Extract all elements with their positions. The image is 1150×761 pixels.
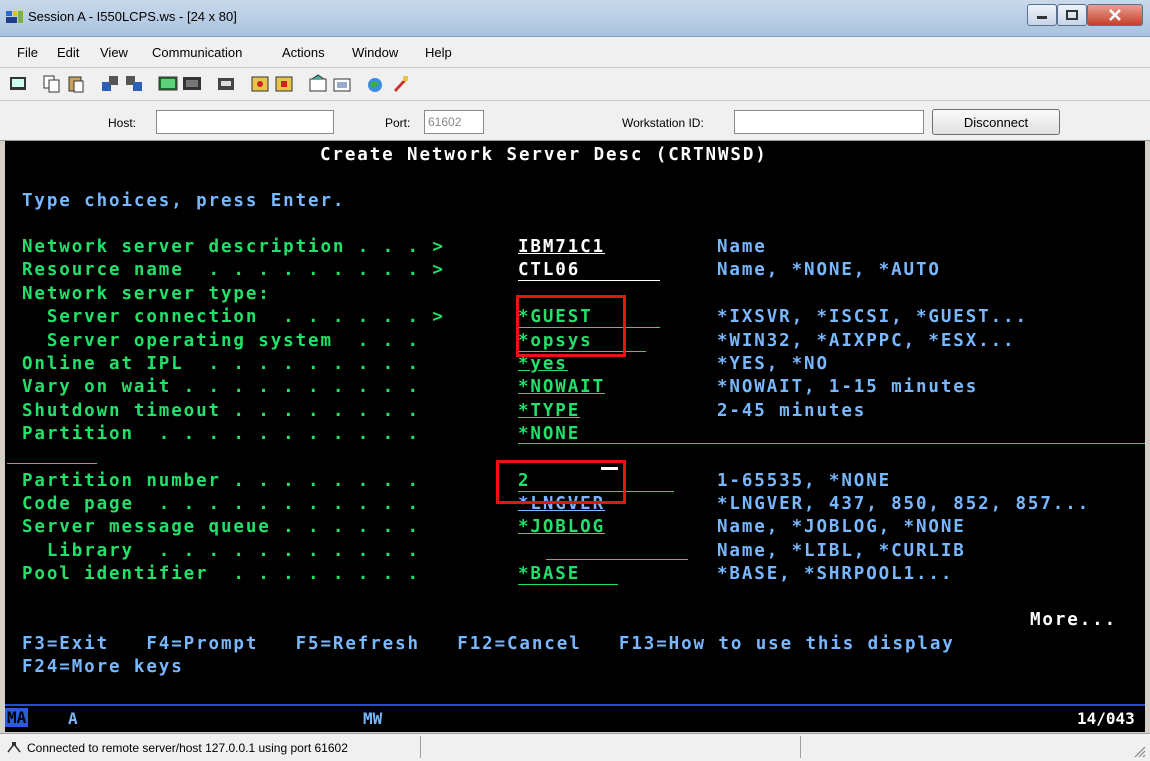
operator-info-area: MA A MW 14/043 bbox=[5, 704, 1145, 732]
field-hint-library: Name, *LIBL, *CURLIB bbox=[717, 541, 966, 561]
window-title: Session A - I550LCPS.ws - [24 x 80] bbox=[28, 9, 237, 24]
menu-bar: File Edit View Communication Actions Win… bbox=[0, 37, 1150, 68]
field-label-server-connection: Server connection . . . . . . > bbox=[22, 307, 458, 327]
screen-title: Create Network Server Desc (CRTNWSD) bbox=[320, 145, 768, 165]
menu-edit[interactable]: Edit bbox=[57, 45, 79, 60]
field-hint-online-ipl: *YES, *NO bbox=[717, 354, 829, 374]
field-hint-vary-on-wait: *NOWAIT, 1-15 minutes bbox=[717, 377, 979, 397]
highlight-box-partition bbox=[496, 460, 626, 504]
workstation-id-label: Workstation ID: bbox=[622, 116, 704, 130]
display-icon[interactable] bbox=[158, 74, 178, 94]
function-keys-line-2: F24=More keys bbox=[22, 657, 184, 677]
settings-icon[interactable] bbox=[332, 74, 352, 94]
receive-icon[interactable] bbox=[124, 74, 144, 94]
app-icon bbox=[6, 11, 23, 23]
play-macro-icon[interactable] bbox=[250, 74, 270, 94]
stop-macro-icon[interactable] bbox=[274, 74, 294, 94]
connection-bar: Host: Port: 61602 Workstation ID: Discon… bbox=[0, 101, 1150, 141]
message-waiting-indicator: MW bbox=[363, 709, 383, 728]
field-input-shutdown-timeout[interactable]: *TYPE bbox=[518, 400, 580, 422]
field-label-vary-on-wait: Vary on wait . . . . . . . . . . bbox=[22, 377, 433, 397]
field-label-shutdown-timeout: Shutdown timeout . . . . . . . . bbox=[22, 401, 433, 421]
field-label-partition-number: Partition number . . . . . . . . bbox=[22, 471, 433, 491]
field-hint-server-os: *WIN32, *AIXPPC, *ESX... bbox=[717, 331, 1016, 351]
customize-icon[interactable] bbox=[308, 74, 328, 94]
status-bar: Connected to remote server/host 127.0.0.… bbox=[0, 733, 1150, 761]
field-input-nwsd[interactable]: IBM71C1 bbox=[518, 236, 605, 258]
field-label-partition: Partition . . . . . . . . . . . bbox=[22, 424, 433, 444]
toolbar bbox=[0, 68, 1150, 101]
field-label-library: Library . . . . . . . . . . . bbox=[22, 541, 433, 561]
host-input[interactable] bbox=[156, 110, 334, 134]
help-icon[interactable] bbox=[390, 74, 410, 94]
send-icon[interactable] bbox=[100, 74, 120, 94]
menu-actions[interactable]: Actions bbox=[282, 45, 325, 60]
field-hint-partition-number: 1-65535, *NONE bbox=[717, 471, 892, 491]
disconnect-button[interactable]: Disconnect bbox=[932, 109, 1060, 135]
minimize-icon bbox=[1037, 16, 1047, 19]
field-label-server-os: Server operating system . . . bbox=[22, 331, 433, 351]
system-available-indicator: A bbox=[68, 709, 78, 728]
workstation-id-input[interactable] bbox=[734, 110, 924, 134]
close-button[interactable] bbox=[1087, 4, 1143, 26]
field-label-code-page: Code page . . . . . . . . . . . bbox=[22, 494, 433, 514]
field-input-vary-on-wait[interactable]: *NOWAIT bbox=[518, 376, 605, 398]
field-hint-code-page: *LNGVER, 437, 850, 852, 857... bbox=[717, 494, 1091, 514]
field-hint-pool-identifier: *BASE, *SHRPOOL1... bbox=[717, 564, 954, 584]
field-hint-shutdown-timeout: 2-45 minutes bbox=[717, 401, 867, 421]
menu-window[interactable]: Window bbox=[352, 45, 398, 60]
connection-status-icon bbox=[7, 742, 21, 753]
print-screen-icon[interactable] bbox=[8, 74, 28, 94]
field-input-pool-identifier[interactable]: *BASE bbox=[518, 563, 580, 585]
screen-instruction: Type choices, press Enter. bbox=[22, 191, 346, 211]
more-indicator: More... bbox=[1030, 610, 1118, 630]
port-label: Port: bbox=[385, 116, 411, 130]
highlight-box-server bbox=[516, 295, 626, 357]
host-label: Host: bbox=[108, 116, 137, 130]
copy-icon[interactable] bbox=[42, 74, 62, 94]
field-hint-nwsd: Name bbox=[717, 237, 767, 257]
title-bar[interactable]: Session A - I550LCPS.ws - [24 x 80] bbox=[0, 0, 1150, 37]
status-text: Connected to remote server/host 127.0.0.… bbox=[27, 741, 348, 755]
maximize-button[interactable] bbox=[1057, 4, 1087, 26]
maximize-icon bbox=[1066, 10, 1078, 20]
field-label-pool-identifier: Pool identifier . . . . . . . . bbox=[22, 564, 433, 584]
field-input-resource[interactable]: CTL06 bbox=[518, 259, 580, 281]
field-label-nwsd: Network server description . . . > bbox=[22, 237, 458, 257]
menu-file[interactable]: File bbox=[17, 45, 38, 60]
port-input[interactable]: 61602 bbox=[424, 110, 484, 134]
field-input-partition[interactable]: *NONE bbox=[518, 423, 580, 445]
cursor-position: 14/043 bbox=[1077, 709, 1135, 728]
field-label-server-type: Network server type: bbox=[22, 284, 271, 304]
field-label-message-queue: Server message queue . . . . . . bbox=[22, 517, 433, 537]
menu-communication[interactable]: Communication bbox=[152, 45, 242, 60]
field-hint-resource: Name, *NONE, *AUTO bbox=[717, 260, 941, 280]
resize-grip-icon[interactable] bbox=[1130, 742, 1146, 758]
field-label-resource: Resource name . . . . . . . . . > bbox=[22, 260, 458, 280]
session-indicator: MA bbox=[5, 708, 29, 727]
menu-view[interactable]: View bbox=[100, 45, 128, 60]
internet-icon[interactable] bbox=[366, 74, 386, 94]
field-input-library[interactable] bbox=[546, 559, 688, 560]
terminal-screen[interactable]: Create Network Server Desc (CRTNWSD) Typ… bbox=[5, 141, 1145, 704]
function-keys-line-1: F3=Exit F4=Prompt F5=Refresh F12=Cancel … bbox=[22, 634, 955, 654]
field-hint-server-connection: *IXSVR, *ISCSI, *GUEST... bbox=[717, 307, 1028, 327]
keypad-icon[interactable] bbox=[182, 74, 202, 94]
close-icon bbox=[1109, 9, 1121, 21]
menu-help[interactable]: Help bbox=[425, 45, 452, 60]
minimize-button[interactable] bbox=[1027, 4, 1057, 26]
field-hint-message-queue: Name, *JOBLOG, *NONE bbox=[717, 517, 966, 537]
record-macro-icon[interactable] bbox=[216, 74, 236, 94]
field-input-message-queue[interactable]: *JOBLOG bbox=[518, 516, 605, 538]
paste-icon[interactable] bbox=[66, 74, 86, 94]
field-label-online-ipl: Online at IPL . . . . . . . . . bbox=[22, 354, 433, 374]
